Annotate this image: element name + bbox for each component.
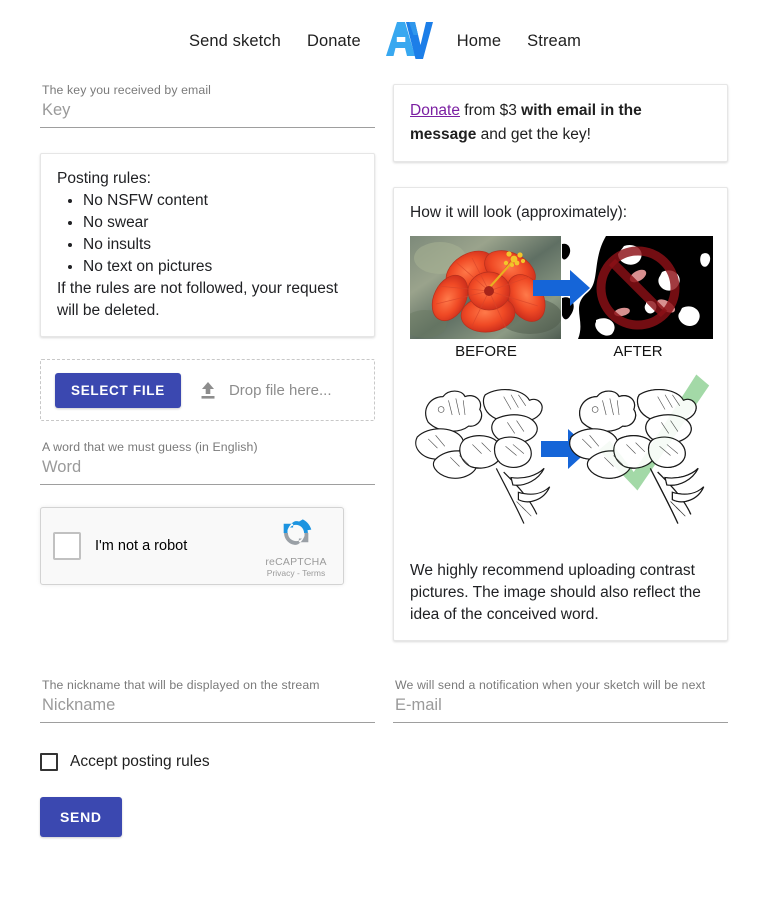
email-field-group: We will send a notification when your sk… (393, 677, 728, 723)
key-field-label: The key you received by email (42, 83, 211, 97)
upload-icon (199, 380, 217, 400)
donate-text-part-1: from $3 (459, 102, 522, 119)
posting-rules-title: Posting rules: (57, 170, 151, 187)
nickname-input[interactable] (40, 693, 375, 723)
word-field-group: A word that we must guess (in English) (40, 439, 375, 485)
donate-card: Donate from $3 with email in the message… (393, 84, 728, 162)
select-file-button[interactable]: SELECT FILE (55, 372, 181, 408)
donate-link[interactable]: Donate (410, 102, 460, 119)
accept-rules-row[interactable]: Accept posting rules (0, 753, 770, 771)
dropzone-hint: Drop file here... (228, 381, 332, 399)
top-navbar: Send sketch Donate Home Stream (0, 0, 770, 82)
preview-title: How it will look (approximately): (410, 204, 628, 221)
accept-rules-checkbox[interactable] (40, 753, 58, 771)
recaptcha-label: I'm not a robot (95, 538, 188, 554)
list-item: No swear (83, 212, 358, 234)
example-bad-contrast: BEFORE AFTER (410, 236, 713, 360)
list-item: No text on pictures (83, 256, 358, 278)
left-column: The key you received by email Posting ru… (40, 82, 375, 585)
posting-rules-footer: If the rules are not followed, your requ… (57, 280, 338, 319)
email-input[interactable] (393, 693, 728, 723)
nav-link-send-sketch[interactable]: Send sketch (176, 32, 294, 51)
av-logo-icon (385, 21, 433, 59)
nickname-field-label: The nickname that will be displayed on t… (42, 678, 320, 692)
list-item: No insults (83, 234, 358, 256)
recaptcha-branding: reCAPTCHA Privacy - Terms (259, 516, 333, 578)
word-field-label: A word that we must guess (in English) (42, 440, 258, 454)
right-column: Donate from $3 with email in the message… (393, 82, 728, 641)
example-good-contrast (410, 361, 713, 546)
accept-rules-label: Accept posting rules (70, 753, 210, 770)
file-dropzone[interactable]: SELECT FILE Drop file here... (40, 359, 375, 421)
recaptcha-brand-name: reCAPTCHA (265, 556, 327, 568)
preview-note: We highly recommend uploading contrast p… (410, 562, 701, 623)
preview-card: How it will look (approximately): BEFORE… (393, 187, 728, 641)
nav-link-home[interactable]: Home (444, 32, 514, 51)
word-input[interactable] (40, 455, 375, 485)
after-label: AFTER (613, 343, 662, 360)
send-button[interactable]: SEND (40, 797, 122, 837)
list-item: No NSFW content (83, 190, 358, 212)
donate-text: Donate from $3 with email in the message… (410, 99, 711, 147)
posting-rules-list: No NSFW content No swear No insults No t… (57, 190, 358, 278)
recaptcha-widget[interactable]: I'm not a robot reCAPTCHA Privacy - Term… (40, 507, 344, 585)
bottom-fields: The nickname that will be displayed on t… (0, 677, 770, 727)
before-label: BEFORE (455, 343, 517, 360)
recaptcha-icon (283, 519, 312, 545)
posting-rules-card: Posting rules: No NSFW content No swear … (40, 153, 375, 337)
recaptcha-checkbox[interactable] (53, 532, 81, 560)
main-content: The key you received by email Posting ru… (0, 82, 770, 641)
nav-link-donate[interactable]: Donate (294, 32, 374, 51)
donate-text-part-2: and get the key! (476, 126, 591, 143)
nav-link-stream[interactable]: Stream (514, 32, 594, 51)
email-field-label: We will send a notification when your sk… (395, 678, 706, 692)
site-logo[interactable] (384, 18, 434, 65)
nickname-field-group: The nickname that will be displayed on t… (40, 677, 375, 723)
submit-row: SEND (0, 797, 770, 837)
recaptcha-legal-links[interactable]: Privacy - Terms (259, 568, 333, 578)
key-field-group: The key you received by email (40, 82, 375, 128)
key-input[interactable] (40, 98, 375, 128)
